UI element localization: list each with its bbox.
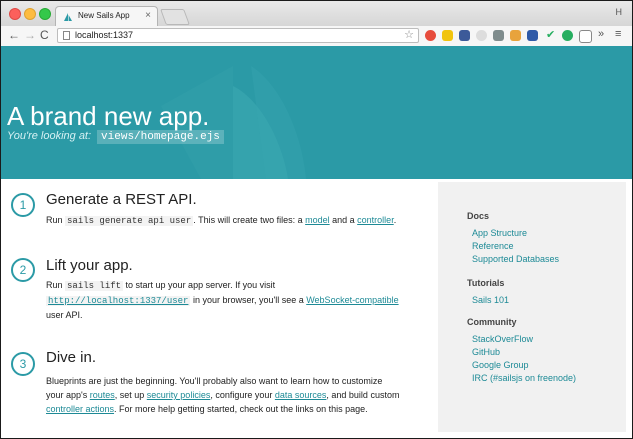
page-icon xyxy=(63,31,70,40)
browser-window: New Sails App × H ← → C localhost:1337 ☆… xyxy=(0,0,633,439)
profile-button[interactable]: H xyxy=(616,7,623,17)
sidebar-link-sails-101[interactable]: Sails 101 xyxy=(472,295,509,305)
bookmark-star-icon[interactable]: ☆ xyxy=(404,28,414,41)
extension-pocket-icon[interactable] xyxy=(510,30,521,41)
step-number-3: 3 xyxy=(11,352,35,376)
websocket-compatible-link[interactable]: WebSocket-compatible xyxy=(306,295,398,305)
step3-text-d: , and build custom xyxy=(326,390,400,400)
step2-text-c: in your browser, you'll see a xyxy=(190,295,307,305)
step1-code: sails generate api user xyxy=(65,216,194,226)
controller-link[interactable]: controller xyxy=(357,215,394,225)
extension-eyedropper-icon[interactable] xyxy=(493,30,504,41)
localhost-user-link[interactable]: http://localhost:1337/user xyxy=(46,296,191,306)
step-number-1: 1 xyxy=(11,193,35,217)
title-bar: New Sails App × H xyxy=(1,1,632,27)
sails-favicon-icon xyxy=(64,13,72,21)
hero-title: A brand new app. xyxy=(7,101,210,131)
step-title-2: Lift your app. xyxy=(46,257,133,274)
extension-grid-icon[interactable] xyxy=(459,30,470,41)
reload-icon[interactable]: C xyxy=(40,28,49,42)
hero-subtitle-code: views/homepage.ejs xyxy=(97,130,224,144)
sidebar-link-github[interactable]: GitHub xyxy=(472,347,500,357)
routes-link[interactable]: routes xyxy=(90,390,115,400)
extension-stop-icon[interactable] xyxy=(425,30,436,41)
step1-text-c: and a xyxy=(329,215,358,225)
sidebar-link-app-structure[interactable]: App Structure xyxy=(472,228,527,238)
step3-text-c: , configure your xyxy=(210,390,275,400)
sidebar-link-stackoverflow[interactable]: StackOverFlow xyxy=(472,334,533,344)
forward-arrow-icon[interactable]: → xyxy=(24,28,36,42)
step3-text-e: . For more help getting started, check o… xyxy=(114,404,368,414)
sidebar-link-reference[interactable]: Reference xyxy=(472,241,514,251)
step2-text-a: Run xyxy=(46,280,66,290)
step1-text-d: . xyxy=(393,215,397,225)
step-text-3: Blueprints are just the beginning. You'l… xyxy=(46,374,401,416)
sidebar-link-irc[interactable]: IRC (#sailsjs on freenode) xyxy=(472,373,576,383)
step2-code: sails lift xyxy=(65,281,124,291)
step-text-1: Run sails generate api user. This will c… xyxy=(46,213,411,228)
sidebar-link-supported-databases[interactable]: Supported Databases xyxy=(472,254,559,264)
controller-actions-link[interactable]: controller actions xyxy=(46,404,114,414)
extension-key-icon[interactable] xyxy=(442,30,453,41)
extension-check-icon[interactable]: ✔ xyxy=(546,28,555,41)
step2-text-d: user API. xyxy=(46,310,83,320)
extension-cast-icon[interactable] xyxy=(579,30,592,43)
step-title-3: Dive in. xyxy=(46,349,97,366)
hero-banner: A brand new app. You're looking at: views… xyxy=(1,46,632,179)
step1-text-b: . This will create two files: a xyxy=(193,215,306,225)
back-arrow-icon[interactable]: ← xyxy=(8,28,20,42)
menu-icon[interactable]: ≡ xyxy=(615,28,621,40)
sidebar-heading-docs: Docs xyxy=(467,211,490,221)
hero-subtitle: You're looking at: views/homepage.ejs xyxy=(7,130,224,144)
step-text-2: Run sails lift to start up your app serv… xyxy=(46,278,406,322)
data-sources-link[interactable]: data sources xyxy=(275,390,327,400)
step-number-2: 2 xyxy=(11,258,35,282)
step2-text-b: to start up your app server. If you visi… xyxy=(123,280,276,290)
url-text: localhost:1337 xyxy=(75,30,134,40)
tab-close-icon[interactable]: × xyxy=(145,10,151,21)
sidebar-heading-tutorials: Tutorials xyxy=(467,278,505,288)
maximize-window-button[interactable] xyxy=(39,8,51,20)
extension-shield-icon[interactable] xyxy=(527,30,538,41)
sidebar-link-google-group[interactable]: Google Group xyxy=(472,360,529,370)
sidebar: Docs App Structure Reference Supported D… xyxy=(438,182,626,432)
browser-tab[interactable]: New Sails App × xyxy=(55,6,158,26)
model-link[interactable]: model xyxy=(305,215,330,225)
address-bar[interactable]: localhost:1337 ☆ xyxy=(57,28,419,43)
sidebar-heading-community: Community xyxy=(467,317,517,327)
close-window-button[interactable] xyxy=(9,8,21,20)
tab-title: New Sails App xyxy=(78,11,130,20)
extension-circle-icon[interactable] xyxy=(476,30,487,41)
step-title-1: Generate a REST API. xyxy=(46,191,197,208)
security-policies-link[interactable]: security policies xyxy=(147,390,211,400)
browser-toolbar: ← → C localhost:1337 ☆ ✔ » ≡ xyxy=(1,26,632,47)
main-content: 1 Generate a REST API. Run sails generat… xyxy=(1,179,632,438)
extension-green-icon[interactable] xyxy=(562,30,573,41)
step3-text-b: , set up xyxy=(114,390,147,400)
overflow-chevron-icon[interactable]: » xyxy=(598,28,604,40)
new-tab-button[interactable] xyxy=(160,9,190,25)
step1-text-a: Run xyxy=(46,215,66,225)
hero-subtitle-prefix: You're looking at: xyxy=(7,130,92,142)
minimize-window-button[interactable] xyxy=(24,8,36,20)
